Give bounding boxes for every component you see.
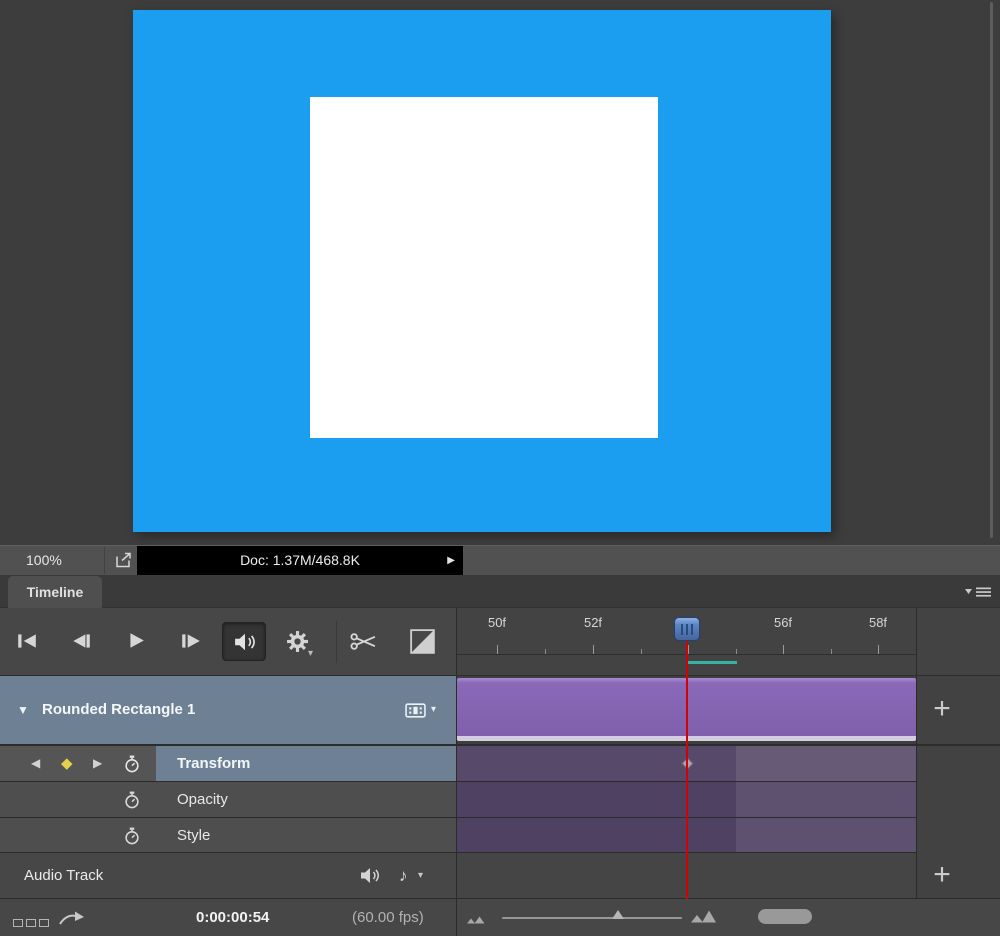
right-gutter-audio: +	[917, 853, 1000, 899]
ruler-label: 58f	[869, 615, 887, 630]
timeline-footer-bar: 0:00:00:54 (60.00 fps)	[0, 899, 1000, 936]
playhead-grip	[691, 624, 693, 635]
clip-options-caret-icon[interactable]: ▾	[431, 676, 436, 744]
music-note-icon[interactable]: ♪	[399, 853, 408, 898]
ruler-tick-minor	[736, 649, 737, 654]
ruler-tick-minor	[641, 649, 642, 654]
track-gutter-divider	[916, 608, 917, 899]
transform-label: Transform	[177, 746, 250, 781]
ruler-label: 50f	[488, 615, 506, 630]
current-timecode[interactable]: 0:00:00:54	[196, 899, 269, 936]
timeline-toolbar: ▾	[0, 608, 456, 676]
export-icon[interactable]	[114, 552, 132, 569]
speaker-icon	[234, 633, 256, 651]
property-row-style[interactable]: Style	[0, 818, 456, 853]
timeline-horizontal-scrollbar[interactable]	[758, 909, 812, 924]
property-row-transform[interactable]: ◀ ◆ ▶ Transform	[0, 746, 456, 782]
layer-header-rounded-rectangle[interactable]: ▼ Rounded Rectangle 1 ▾	[0, 676, 456, 746]
transition-button[interactable]	[410, 629, 435, 654]
canvas-scrollbar[interactable]	[990, 2, 993, 538]
transform-track-trimmed-region	[736, 746, 916, 781]
mute-audio-button[interactable]	[222, 622, 266, 661]
timeline-zoom-slider[interactable]	[502, 917, 682, 919]
frame-rate: (60.00 fps)	[352, 899, 424, 936]
stopwatch-icon[interactable]	[124, 827, 140, 845]
audio-track-label: Audio Track	[24, 853, 103, 898]
document-canvas[interactable]	[133, 10, 831, 532]
panel-divider[interactable]	[456, 608, 457, 936]
panel-tab-bar: Timeline	[0, 576, 1000, 608]
cached-frames-indicator	[688, 661, 737, 664]
add-audio-button[interactable]: +	[923, 857, 961, 895]
playhead-grip	[686, 624, 688, 635]
stopwatch-icon[interactable]	[124, 791, 140, 809]
playhead-handle[interactable]	[674, 617, 700, 641]
settings-caret-icon[interactable]: ▾	[308, 649, 313, 659]
timeline-settings-gear-icon[interactable]	[286, 630, 309, 653]
right-gutter-middle	[917, 746, 1000, 853]
next-keyframe-button[interactable]: ▶	[93, 746, 102, 781]
white-square-shape[interactable]	[310, 97, 658, 438]
divider	[336, 621, 337, 663]
doc-info[interactable]: Doc: 1.37M/468.8K ▶	[137, 546, 463, 575]
zoom-level[interactable]: 100%	[26, 546, 62, 575]
previous-frame-button[interactable]	[70, 633, 92, 649]
audio-speaker-icon[interactable]	[360, 867, 380, 884]
ruler-tick	[783, 645, 784, 654]
layer-name: Rounded Rectangle 1	[42, 676, 195, 744]
stopwatch-icon[interactable]	[124, 755, 140, 773]
ruler-tick-minor	[831, 649, 832, 654]
zoom-slider-thumb[interactable]	[612, 910, 624, 919]
next-frame-button[interactable]	[180, 633, 202, 649]
audio-options-caret-icon[interactable]: ▾	[418, 853, 423, 898]
ruler-label: 56f	[774, 615, 792, 630]
split-clip-scissors-icon[interactable]	[350, 632, 377, 651]
right-gutter-layer: +	[917, 676, 1000, 746]
first-frame-button[interactable]	[16, 633, 38, 649]
ruler-tick	[497, 645, 498, 654]
playhead-grip	[681, 624, 683, 635]
ruler-tick	[878, 645, 879, 654]
zoom-in-icon[interactable]	[690, 909, 718, 923]
status-menu-arrow[interactable]: ▶	[447, 546, 455, 575]
zoom-out-icon[interactable]	[466, 914, 486, 924]
style-label: Style	[177, 818, 210, 853]
canvas-area[interactable]	[0, 0, 1000, 545]
right-gutter-top	[917, 608, 1000, 676]
frame-animation-button[interactable]	[13, 914, 52, 932]
ruler-label: 52f	[584, 615, 602, 630]
panel-menu-icon[interactable]	[964, 586, 992, 598]
add-media-button[interactable]: +	[923, 691, 961, 729]
opacity-track-trimmed-region	[736, 782, 916, 817]
play-button[interactable]	[128, 632, 145, 649]
tab-timeline[interactable]: Timeline	[8, 576, 102, 608]
style-track-trimmed-region	[736, 818, 916, 852]
ruler-tick	[593, 645, 594, 654]
ruler-tick	[688, 645, 689, 654]
filmstrip-icon[interactable]	[405, 702, 426, 719]
ruler-tick-minor	[545, 649, 546, 654]
add-keyframe-diamond-icon[interactable]: ◆	[61, 746, 73, 781]
audio-track-header[interactable]: Audio Track ♪ ▾	[0, 853, 456, 899]
doc-info-text: Doc: 1.37M/468.8K	[137, 546, 463, 575]
status-bar: 100% Doc: 1.37M/468.8K ▶	[0, 545, 1000, 576]
divider	[104, 547, 105, 574]
photoshop-timeline-workspace: 100% Doc: 1.37M/468.8K ▶ Timeline	[0, 0, 1000, 936]
playhead-line	[686, 641, 688, 899]
property-row-opacity[interactable]: Opacity	[0, 782, 456, 818]
disclosure-triangle-icon[interactable]: ▼	[17, 676, 29, 744]
opacity-label: Opacity	[177, 782, 228, 817]
previous-keyframe-button[interactable]: ◀	[31, 746, 40, 781]
curved-arrow-icon[interactable]	[58, 909, 88, 926]
